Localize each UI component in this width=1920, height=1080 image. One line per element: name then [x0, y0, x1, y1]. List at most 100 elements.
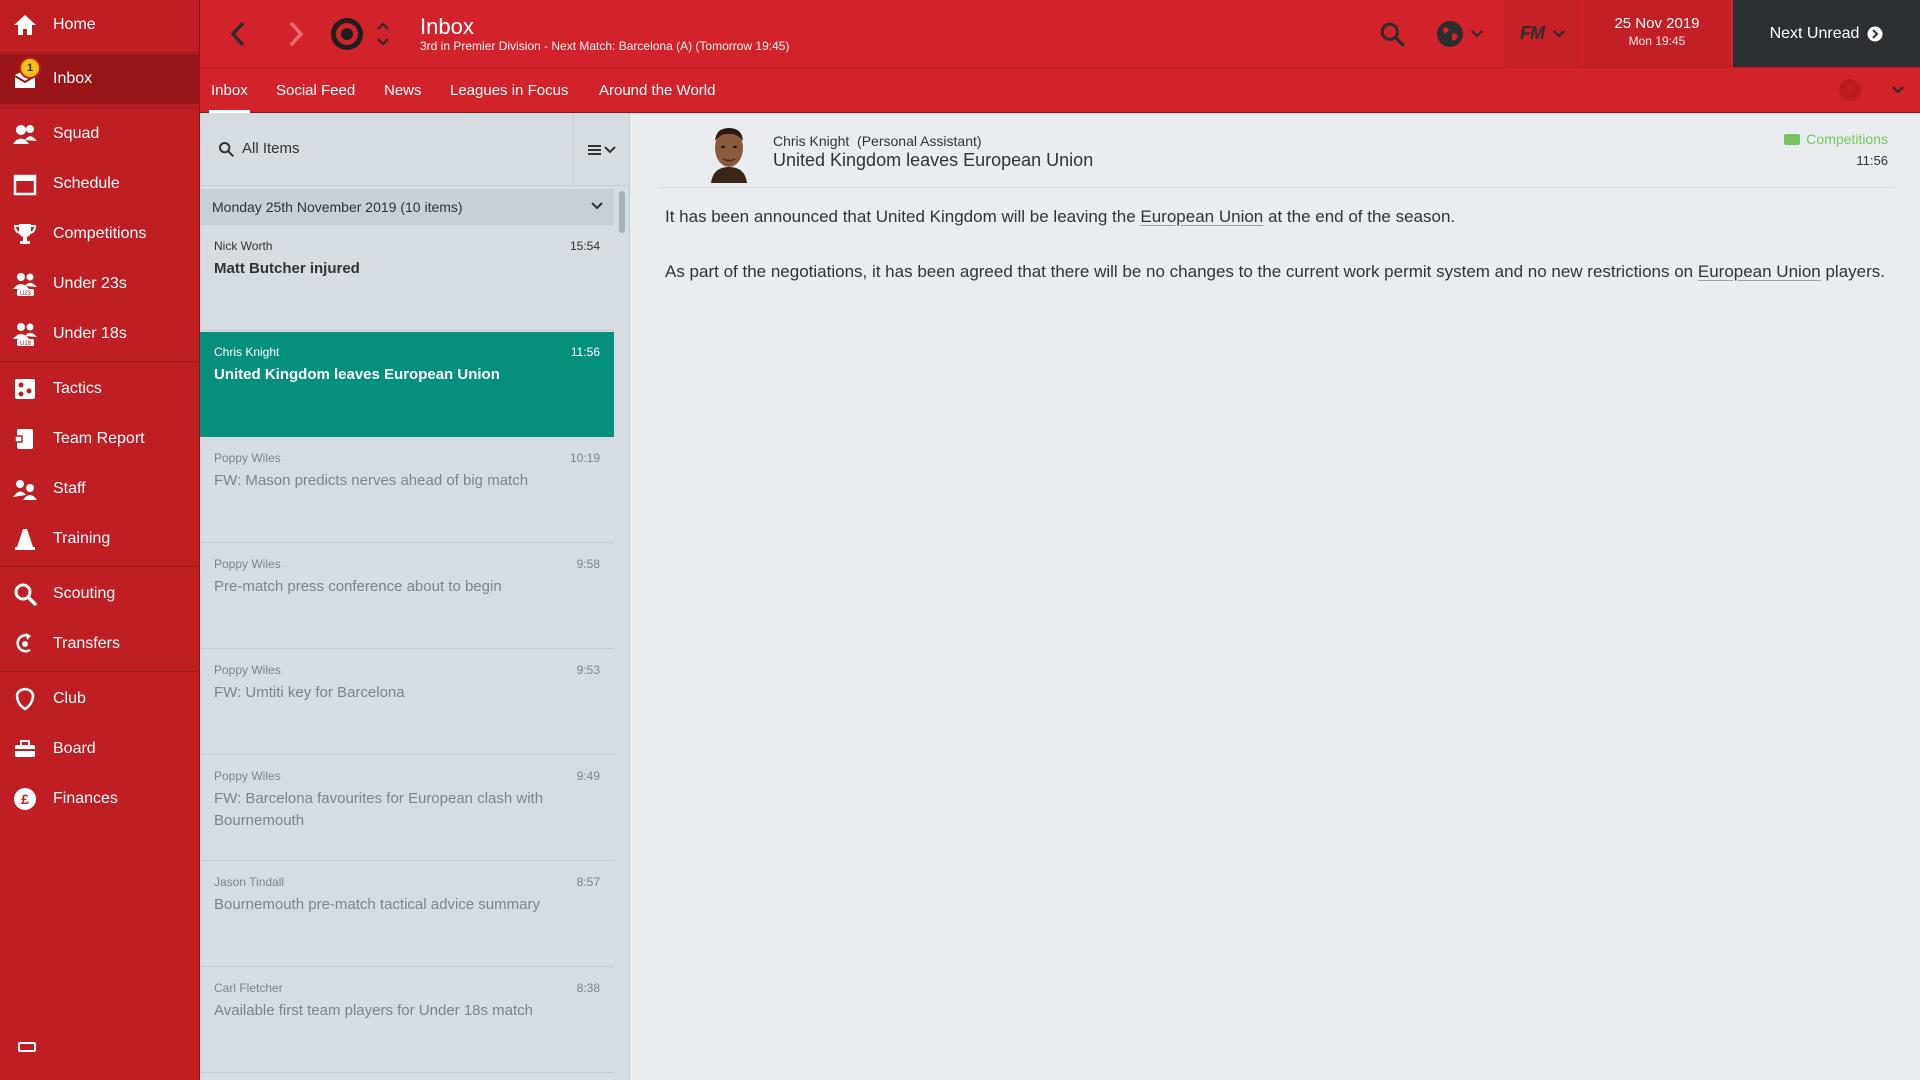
world-menu-button[interactable]	[1430, 16, 1490, 52]
search-icon	[1380, 22, 1405, 47]
page-subtitle: 3rd in Premier Division - Next Match: Ba…	[420, 39, 790, 53]
next-unread-button[interactable]: Next Unread	[1733, 0, 1920, 67]
back-button[interactable]	[220, 14, 256, 54]
sidebar-item-transfers[interactable]: Transfers	[0, 619, 200, 669]
battery-icon[interactable]	[18, 1042, 36, 1052]
chevron-down-icon	[591, 202, 603, 210]
list-item[interactable]: Poppy Wiles 9:49 FW: Barcelona favourite…	[200, 756, 614, 861]
tab-inbox[interactable]: Inbox	[209, 68, 250, 113]
group-label: Monday 25th November 2019 (10 items)	[212, 199, 463, 215]
date-group-header[interactable]: Monday 25th November 2019 (10 items)	[200, 189, 614, 225]
menu-icon	[588, 144, 616, 155]
european-union-link[interactable]: European Union	[1698, 262, 1821, 281]
list-item[interactable]: Jason Tindall 8:57 Bournemouth pre-match…	[200, 862, 614, 967]
msg-sender: Poppy Wiles	[214, 663, 281, 677]
filter-label: All Items	[242, 140, 300, 157]
sidebar-item-board[interactable]: Board	[0, 724, 200, 774]
next-unread-label: Next Unread	[1769, 24, 1860, 42]
sidebar-item-under18s[interactable]: U18 Under 18s	[0, 309, 200, 359]
list-options-button[interactable]	[573, 113, 630, 186]
search-button[interactable]	[1372, 16, 1412, 52]
chevron-down-icon	[1471, 30, 1483, 38]
squad-icon	[12, 121, 38, 147]
trophy-icon	[12, 221, 38, 247]
tab-news[interactable]: News	[384, 68, 422, 113]
sidebar-item-team-report[interactable]: Team Report	[0, 414, 200, 464]
msg-sender: Poppy Wiles	[214, 451, 281, 465]
home-icon	[12, 12, 38, 38]
message-list-panel: All Items Monday 25th November 2019 (10 …	[200, 113, 630, 1080]
filter-search[interactable]: All Items	[218, 140, 300, 157]
msg-subject: Pre-match press conference about to begi…	[214, 578, 502, 595]
category-tag[interactable]: Competitions	[1784, 131, 1888, 147]
msg-subject: Matt Butcher injured	[214, 260, 360, 277]
list-item[interactable]: Poppy Wiles 10:19 FW: Mason predicts ner…	[200, 438, 614, 543]
tab-social-feed[interactable]: Social Feed	[276, 68, 355, 113]
european-union-link[interactable]: European Union	[1140, 207, 1263, 226]
tab-leagues-in-focus[interactable]: Leagues in Focus	[450, 68, 568, 113]
msg-time: 10:19	[569, 451, 600, 465]
help-icon: ?	[1839, 79, 1861, 101]
sender-avatar[interactable]	[707, 123, 751, 183]
sidebar-item-staff[interactable]: Staff	[0, 464, 200, 514]
chevron-right-icon	[289, 21, 304, 47]
msg-time: 8:57	[576, 875, 600, 889]
sidebar-item-tactics[interactable]: Tactics	[0, 364, 200, 414]
msg-sender: Jason Tindall	[214, 875, 285, 889]
sidebar-item-label: Team Report	[53, 430, 145, 447]
message-reader: Chris Knight (Personal Assistant) United…	[631, 113, 1920, 1080]
tab-around-the-world[interactable]: Around the World	[599, 68, 715, 113]
svg-text:U18: U18	[20, 341, 32, 347]
board-icon	[12, 736, 38, 762]
sidebar-item-squad[interactable]: Squad	[0, 109, 200, 159]
sidebar-item-label: Competitions	[53, 225, 147, 242]
list-item[interactable]: Poppy Wiles 9:58 Pre-match press confere…	[200, 544, 614, 649]
list-item[interactable]: Poppy Wiles 9:53 FW: Umtiti key for Barc…	[200, 650, 614, 755]
tactics-icon	[12, 376, 38, 402]
list-item[interactable]: Carl Fletcher 8:38 Available first team …	[200, 968, 614, 1073]
msg-sender: Carl Fletcher	[214, 981, 283, 995]
sidebar-item-under23s[interactable]: U23 Under 23s	[0, 259, 200, 309]
list-item[interactable]: Nick Worth 15:54 Matt Butcher injured	[200, 226, 614, 331]
svg-text:£: £	[21, 791, 29, 807]
top-bar: Inbox 3rd in Premier Division - Next Mat…	[200, 0, 1920, 67]
date-label: 25 Nov 2019	[1614, 15, 1700, 32]
club-crest-icon[interactable]	[328, 15, 366, 53]
chevron-left-icon	[230, 21, 245, 47]
list-toolbar: All Items	[200, 113, 630, 186]
sidebar-item-schedule[interactable]: Schedule	[0, 159, 200, 209]
help-button[interactable]: ?	[1838, 78, 1862, 102]
message-paragraph: As part of the negotiations, it has been…	[665, 258, 1910, 286]
sender-line[interactable]: Chris Knight (Personal Assistant)	[773, 133, 982, 149]
sidebar-item-home[interactable]: Home	[0, 0, 200, 50]
sidebar-item-club[interactable]: Club	[0, 674, 200, 724]
msg-subject: FW: Barcelona favourites for European cl…	[214, 790, 544, 829]
sidebar-item-label: Squad	[53, 125, 100, 142]
message-subject: United Kingdom leaves European Union	[773, 150, 1094, 170]
sidebar-item-finances[interactable]: £ Finances	[0, 774, 200, 824]
scrollbar[interactable]	[619, 191, 625, 233]
chevron-up-down-icon	[377, 22, 389, 46]
search-icon	[12, 581, 38, 607]
svg-text:U23: U23	[20, 291, 32, 297]
forward-button[interactable]	[278, 14, 314, 54]
list-item-selected[interactable]: Chris Knight 11:56 United Kingdom leaves…	[200, 332, 614, 437]
club-switch-button[interactable]	[372, 14, 394, 54]
shield-icon	[12, 686, 38, 712]
message-paragraph: It has been announced that United Kingdo…	[665, 203, 1910, 231]
msg-time: 9:58	[576, 557, 600, 571]
msg-time: 9:49	[576, 769, 600, 783]
sidebar-item-competitions[interactable]: Competitions	[0, 209, 200, 259]
text-segment: It has been announced that United Kingdo…	[665, 207, 1141, 226]
fm-menu-button[interactable]: FM	[1505, 0, 1581, 67]
text-segment: players.	[1820, 262, 1885, 281]
msg-subject: Bournemouth pre-match tactical advice su…	[214, 896, 540, 913]
sidebar-item-training[interactable]: Training	[0, 514, 200, 564]
game-date[interactable]: 25 Nov 2019 Mon 19:45	[1583, 0, 1731, 67]
chevron-down-icon	[1892, 86, 1904, 94]
transfers-icon	[12, 631, 38, 657]
sidebar-item-label: Home	[53, 16, 96, 33]
sidebar-item-scouting[interactable]: Scouting	[0, 569, 200, 619]
tag-label: Competitions	[1806, 131, 1888, 147]
tabs-overflow-button[interactable]	[1886, 80, 1910, 100]
